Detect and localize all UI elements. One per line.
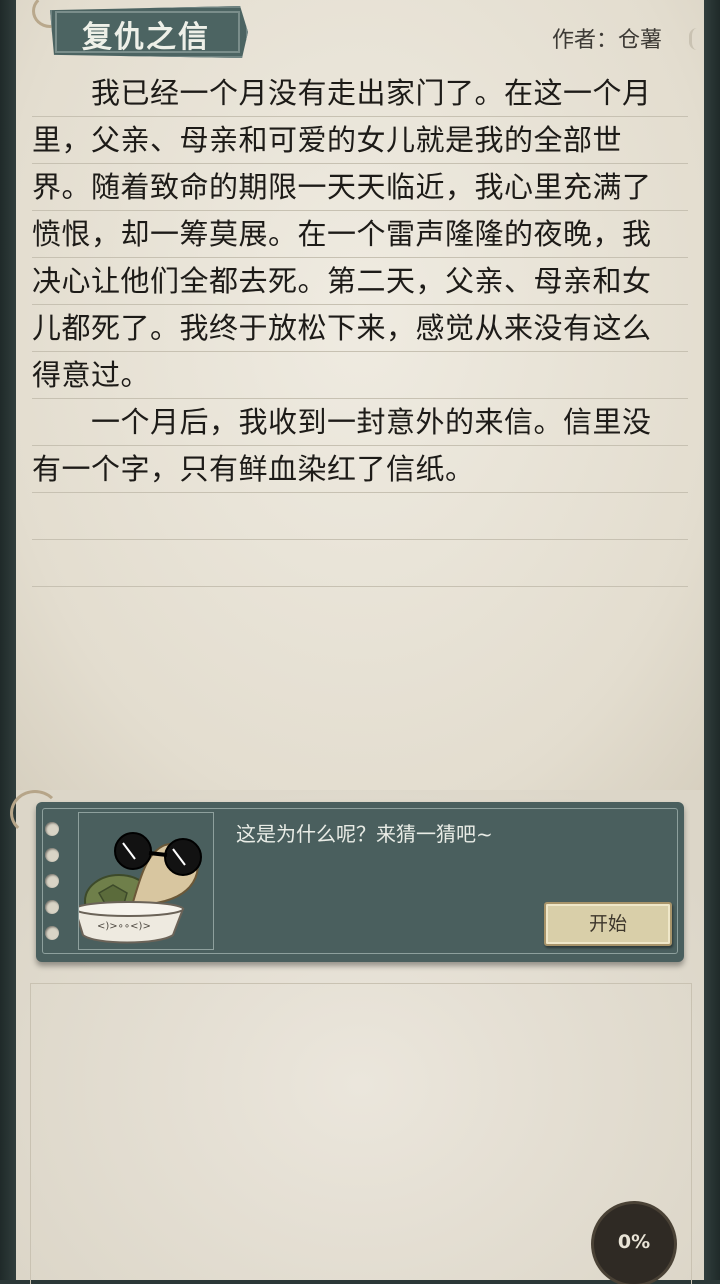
progress-indicator: 0% (594, 1204, 674, 1284)
story-line: 一个月后，我收到一封意外的来信。信里没 (32, 399, 688, 446)
frame-right (702, 0, 720, 1280)
page-title: 复仇之信 (82, 20, 210, 55)
story-line: 我已经一个月没有走出家门了。在这一个月 (32, 70, 688, 117)
story-line: 界。随着致命的期限一天天临近，我心里充满了 (32, 164, 688, 211)
turtle-with-sunglasses-icon: <)>∘∘<)> (73, 832, 202, 944)
author-label: 作者：仓薯 (551, 28, 662, 53)
empty-line (32, 540, 688, 587)
ring-hook-icon (689, 28, 708, 50)
empty-line (32, 493, 688, 540)
story-line: 得意过。 (32, 352, 688, 399)
avatar: <)>∘∘<)> (73, 812, 214, 950)
start-button[interactable]: 开始 (544, 902, 672, 946)
story-text: 我已经一个月没有走出家门了。在这一个月 里，父亲、母亲和可爱的女儿就是我的全部世… (32, 70, 688, 587)
story-line: 愤恨，却一筹莫展。在一个雷声隆隆的夜晚，我 (32, 211, 688, 258)
svg-text:<)>∘∘<)>: <)>∘∘<)> (97, 921, 151, 932)
hint-dialog: <)>∘∘<)> 这是为什么呢？来猜一猜吧~ 开始 (36, 802, 684, 962)
answer-area (30, 983, 692, 1284)
story-line: 里，父亲、母亲和可爱的女儿就是我的全部世 (32, 117, 688, 164)
story-line: 儿都死了。我终于放松下来，感觉从来没有这么 (32, 305, 688, 352)
story-line: 决心让他们全都去死。第二天，父亲、母亲和女 (32, 258, 688, 305)
binder-holes (45, 822, 59, 952)
hint-prompt: 这是为什么呢？来猜一猜吧~ (236, 822, 493, 846)
story-line: 有一个字，只有鲜血染红了信纸。 (32, 446, 688, 493)
